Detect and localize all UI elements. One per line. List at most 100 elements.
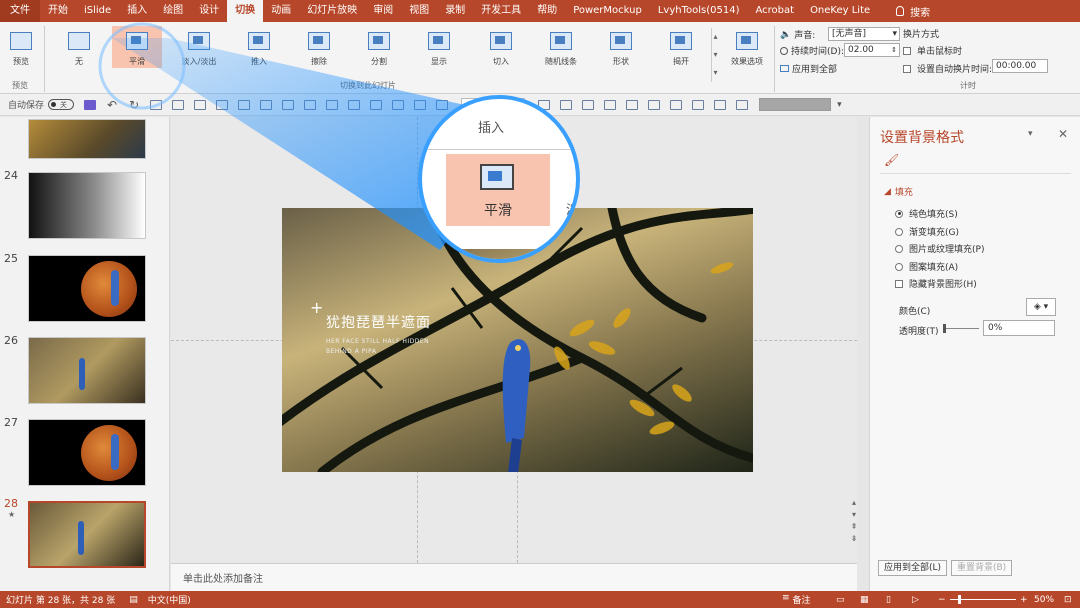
- toolbar-icon-10[interactable]: [348, 99, 361, 110]
- color-box[interactable]: [759, 98, 832, 111]
- effect-uncover[interactable]: 揭开: [656, 28, 706, 67]
- toolbar-icon-20[interactable]: [648, 99, 661, 110]
- autosave-toggle[interactable]: 关: [48, 99, 75, 110]
- effect-morph[interactable]: 平滑: [112, 26, 162, 68]
- effect-push[interactable]: 推入: [234, 28, 284, 67]
- font-box[interactable]: [461, 98, 526, 111]
- fit-slide-icon[interactable]: ⊡: [1064, 595, 1072, 605]
- toolbar-icon-15[interactable]: [538, 99, 551, 110]
- pane-menu-chevron-icon[interactable]: ▾: [1028, 129, 1033, 139]
- toolbar-icon-12[interactable]: [392, 99, 405, 110]
- thumbnail-24[interactable]: [28, 172, 146, 239]
- slideshow-icon[interactable]: ▷: [912, 595, 919, 605]
- redo-icon[interactable]: ↻: [129, 98, 139, 112]
- slide-canvas[interactable]: 犹抱琵琶半遮面 HER FACE STILL HALF HIDDEN BEHIN…: [282, 208, 753, 472]
- thumbnail-25[interactable]: [28, 255, 146, 322]
- effect-fade[interactable]: 淡入/淡出: [174, 28, 224, 67]
- toolbar-icon-6[interactable]: [260, 99, 273, 110]
- spellcheck-icon[interactable]: ▤: [129, 595, 138, 605]
- toolbar-icon-7[interactable]: [282, 99, 295, 110]
- editor-scroll-buttons[interactable]: ▴ ▾ ⇞ ⇟: [849, 497, 859, 553]
- toolbar-icon-19[interactable]: [626, 99, 639, 110]
- tab-islide[interactable]: iSlide: [76, 0, 119, 22]
- auto-advance-checkbox[interactable]: 设置自动换片时间:: [903, 62, 992, 75]
- auto-advance-time-input[interactable]: 00:00.00: [992, 59, 1048, 73]
- notes-button[interactable]: ≡ 备注: [782, 593, 811, 606]
- tab-acrobat[interactable]: Acrobat: [747, 0, 802, 22]
- toolbar-icon-14[interactable]: [436, 99, 449, 110]
- thumbnail-28-selected[interactable]: [28, 501, 146, 568]
- toolbar-icon-2[interactable]: [172, 99, 185, 110]
- slide-subtitle-2[interactable]: BEHIND A PIPA: [326, 348, 376, 355]
- fill-section-header[interactable]: ◢ 填充: [884, 185, 913, 199]
- toolbar-icon-4[interactable]: [216, 99, 229, 110]
- zoom-slider-thumb-icon[interactable]: [958, 595, 961, 604]
- tab-help[interactable]: 帮助: [529, 0, 565, 22]
- undo-icon[interactable]: ↶: [107, 98, 117, 112]
- gradient-fill-radio[interactable]: 渐变填充(G): [895, 225, 959, 238]
- toolbar-icon-24[interactable]: [736, 99, 749, 110]
- notes-pane[interactable]: 单击此处添加备注: [171, 563, 857, 591]
- picture-fill-radio[interactable]: 图片或纹理填充(P): [895, 242, 984, 255]
- effect-cut[interactable]: 切入: [476, 28, 526, 67]
- tab-record[interactable]: 录制: [437, 0, 473, 22]
- slider-thumb-icon[interactable]: [943, 324, 946, 333]
- tab-review[interactable]: 审阅: [365, 0, 401, 22]
- search-box[interactable]: 搜索: [896, 4, 930, 19]
- thumbnail-23[interactable]: [28, 119, 146, 159]
- duration-input[interactable]: 02.00 ⇕: [844, 43, 900, 57]
- effect-reveal[interactable]: 显示: [414, 28, 464, 67]
- toolbar-icon-21[interactable]: [670, 99, 683, 110]
- slide-title[interactable]: 犹抱琵琶半遮面: [326, 312, 431, 332]
- zoom-in-icon[interactable]: +: [1020, 595, 1028, 605]
- toolbar-icon-13[interactable]: [414, 99, 427, 110]
- toolbar-icon-17[interactable]: [582, 99, 595, 110]
- reset-background-button[interactable]: 重置背景(B): [951, 560, 1013, 576]
- tab-lvyhtools[interactable]: LvyhTools(0514): [650, 0, 748, 22]
- zoom-out-icon[interactable]: −: [938, 595, 946, 605]
- tab-transitions[interactable]: 切换: [227, 0, 264, 22]
- solid-fill-radio[interactable]: 纯色填充(S): [895, 207, 958, 220]
- tab-developer[interactable]: 开发工具: [473, 0, 529, 22]
- effect-options-button[interactable]: 效果选项: [724, 28, 770, 67]
- effect-shape[interactable]: 形状: [596, 28, 646, 67]
- normal-view-icon[interactable]: ▭: [836, 595, 845, 605]
- tab-view[interactable]: 视图: [401, 0, 437, 22]
- tab-onekey[interactable]: OneKey Lite: [802, 0, 878, 22]
- toolbar-icon-23[interactable]: [714, 99, 727, 110]
- toolbar-icon-5[interactable]: [238, 99, 251, 110]
- toolbar-icon-8[interactable]: [304, 99, 317, 110]
- hide-background-checkbox[interactable]: 隐藏背景图形(H): [895, 277, 977, 290]
- on-click-checkbox[interactable]: 单击鼠标时: [903, 44, 962, 57]
- toolbar-icon-9[interactable]: [326, 99, 339, 110]
- slide-sorter-icon[interactable]: ▦: [860, 595, 869, 605]
- close-icon[interactable]: ✕: [1058, 127, 1068, 141]
- thumbnail-27[interactable]: [28, 419, 146, 486]
- transparency-slider[interactable]: [943, 328, 979, 329]
- tab-design[interactable]: 设计: [191, 0, 227, 22]
- transparency-input[interactable]: 0%: [983, 320, 1055, 336]
- language[interactable]: 中文(中国): [148, 593, 191, 606]
- gallery-scroll[interactable]: ▴ ▾ ▾: [711, 28, 719, 82]
- save-icon[interactable]: [84, 99, 97, 110]
- thumbnail-26[interactable]: [28, 337, 146, 404]
- slide-subtitle-1[interactable]: HER FACE STILL HALF HIDDEN: [326, 338, 429, 345]
- pattern-fill-radio[interactable]: 图案填充(A): [895, 260, 958, 273]
- preview-button[interactable]: 预览: [0, 28, 42, 67]
- tab-draw[interactable]: 绘图: [155, 0, 191, 22]
- effect-wipe[interactable]: 擦除: [294, 28, 344, 67]
- apply-all-transition-button[interactable]: 应用到全部: [780, 62, 837, 75]
- toolbar-icon-1[interactable]: [150, 99, 163, 110]
- toolbar-icon-18[interactable]: [604, 99, 617, 110]
- apply-all-background-button[interactable]: 应用到全部(L): [878, 560, 948, 576]
- tab-slideshow[interactable]: 幻灯片放映: [299, 0, 365, 22]
- reading-view-icon[interactable]: ▯: [886, 595, 891, 605]
- tab-animations[interactable]: 动画: [263, 0, 299, 22]
- tab-home[interactable]: 开始: [40, 0, 76, 22]
- zoom-level[interactable]: 50%: [1034, 595, 1054, 605]
- sound-select[interactable]: [无声音] ▾: [828, 27, 900, 41]
- toolbar-icon-16[interactable]: [560, 99, 573, 110]
- tab-insert[interactable]: 插入: [119, 0, 155, 22]
- effect-none[interactable]: 无: [54, 28, 104, 67]
- tab-powermockup[interactable]: PowerMockup: [565, 0, 650, 22]
